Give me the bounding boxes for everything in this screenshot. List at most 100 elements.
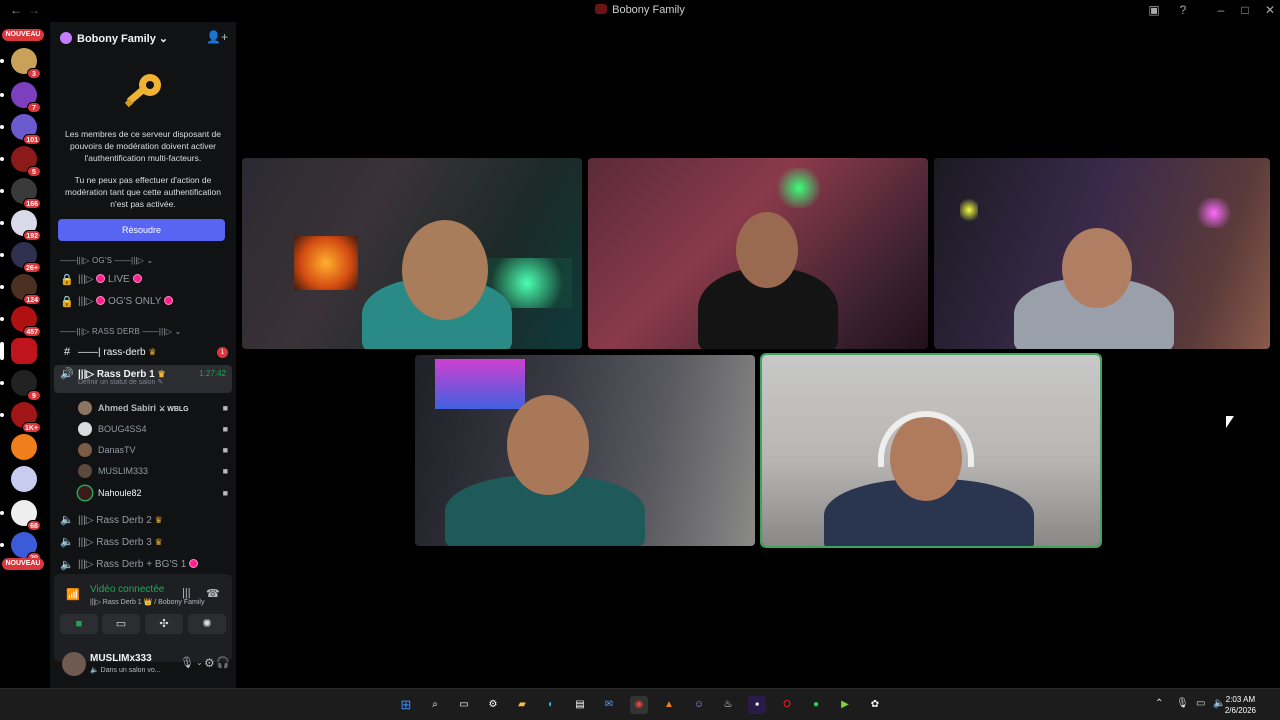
server-icon[interactable]: 5 (0, 146, 41, 177)
person-add-icon[interactable]: 👤+ (206, 30, 228, 44)
server-icon-bobony[interactable] (0, 338, 37, 364)
server-icon[interactable] (11, 466, 37, 492)
avatar (78, 486, 92, 500)
new-badge: NOUVEAU (2, 29, 44, 41)
mail-icon[interactable]: ✉ (600, 696, 618, 714)
lock-icon: 🔒 (60, 296, 74, 308)
maximize-icon[interactable]: □ (1237, 3, 1253, 17)
screen-share-button[interactable]: ▭ (102, 614, 140, 634)
speaker-icon: 🔈 (60, 559, 74, 571)
volume-icon[interactable]: 🔈 (1213, 698, 1225, 709)
avatar (78, 422, 92, 436)
resolve-button[interactable]: Résoudre (58, 219, 225, 241)
server-icon[interactable]: 9 (0, 370, 41, 401)
server-icon[interactable]: 457 (0, 306, 41, 337)
app-icon[interactable]: ▲ (660, 696, 678, 714)
server-icon[interactable]: 166 (0, 178, 41, 209)
video-tile[interactable] (415, 355, 755, 546)
channel-rass-derb-1[interactable]: 🔊 |||▷ Rass Derb 1 ♛ 1:27:42 Définir un … (54, 365, 232, 393)
app-icon[interactable]: ✿ (866, 696, 884, 714)
speaker-icon: 🔈 (60, 514, 74, 526)
voice-user[interactable]: Nahoule82 ■ (76, 483, 232, 503)
channel-rass-derb-bgs[interactable]: 🔈 |||▷ Rass Derb + BG'S 1 (54, 555, 232, 575)
video-tile[interactable] (934, 158, 1270, 349)
video-tile[interactable] (588, 158, 928, 349)
steam-icon[interactable]: ♨ (719, 696, 737, 714)
minimize-icon[interactable]: – (1213, 3, 1229, 17)
activities-button[interactable]: ✣ (145, 614, 183, 634)
server-icon[interactable]: 1K+ (0, 402, 41, 433)
server-icon[interactable]: 192 (0, 210, 41, 241)
voice-user[interactable]: BOUG4SS4 ■ (76, 419, 232, 439)
server-icon[interactable]: 124 (0, 274, 41, 305)
avatar (78, 464, 92, 478)
noise-suppression-icon[interactable]: ||| (182, 587, 191, 599)
headset (878, 411, 974, 467)
display-icon[interactable]: ▭ (1196, 698, 1205, 709)
file-explorer-icon[interactable]: ▰ (513, 696, 531, 714)
server-badge-icon (60, 32, 72, 44)
discord-icon[interactable]: ☺ (690, 696, 708, 714)
person-head (507, 395, 589, 495)
server-icon[interactable]: 68 (0, 500, 41, 531)
video-tile[interactable] (242, 158, 582, 349)
channel-live[interactable]: 🔒 |||▷ LIVE (54, 270, 232, 290)
channel-ogs-only[interactable]: 🔒 |||▷ OG'S ONLY (54, 292, 232, 312)
camera-icon: ■ (222, 403, 228, 413)
settings-gear-icon[interactable]: ⚙ (484, 696, 502, 714)
help-icon[interactable]: ? (1175, 3, 1191, 17)
microphone-icon[interactable]: 🎙 (1176, 698, 1189, 709)
category-ogs[interactable]: ——|||▷ OG'S ——|||▷ ⌄ (60, 256, 153, 265)
avatar[interactable] (62, 652, 86, 676)
task-view-icon[interactable]: ▭ (455, 696, 473, 714)
spotify-icon[interactable]: ● (807, 696, 825, 714)
person-head (1062, 228, 1132, 308)
settings-gear-icon[interactable]: ⚙ (204, 656, 215, 670)
windows-taskbar: ⊞ ⌕ ▭ ⚙ ▰ ◐ ▤ ✉ ◉ ▲ ☺ ♨ ■ O ● ▶ ✿ ⌃ 🎙 ▭ … (0, 688, 1280, 720)
server-icon[interactable]: 3 (0, 48, 41, 79)
username[interactable]: MUSLIMx333 (90, 653, 152, 664)
app-icon[interactable]: ▶ (836, 696, 854, 714)
inbox-icon[interactable]: ▣ (1146, 3, 1162, 17)
kick-icon[interactable]: ■ (748, 696, 766, 714)
voice-status[interactable]: Vidéo connectée (90, 584, 164, 595)
server-header[interactable]: Bobony Family ⌄ 👤+ (50, 22, 236, 54)
store-icon[interactable]: ▤ (571, 696, 589, 714)
crown-icon: ♛ (148, 347, 157, 357)
category-rass-derb[interactable]: ——|||▷ RASS DERB ——|||▷ ⌄ (60, 327, 181, 336)
edge-icon[interactable]: ◐ (542, 696, 560, 714)
voice-user[interactable]: DanasTV ■ (76, 440, 232, 460)
channel-status[interactable]: Définir un statut de salon ✎ (78, 377, 163, 389)
soundboard-button[interactable]: ✺ (188, 614, 226, 634)
channel-rass-derb-3[interactable]: 🔈 |||▷ Rass Derb 3 ♛ (54, 532, 232, 552)
close-icon[interactable]: ✕ (1262, 3, 1278, 17)
opera-icon[interactable]: O (778, 696, 796, 714)
video-tile-speaking[interactable] (760, 353, 1102, 548)
channel-rass-derb-2[interactable]: 🔈 |||▷ Rass Derb 2 ♛ (54, 510, 232, 530)
speaker-icon: 🔊 (60, 368, 74, 380)
avatar (78, 443, 92, 457)
chevron-up-icon[interactable]: ⌃ (1155, 698, 1163, 709)
windows-start-icon[interactable]: ⊞ (397, 696, 415, 714)
server-icon[interactable]: 7 (0, 82, 41, 113)
server-icon[interactable]: 101 (0, 114, 41, 145)
voice-user[interactable]: MUSLIM333 ■ (76, 461, 232, 481)
chrome-icon[interactable]: ◉ (630, 696, 648, 714)
voice-user[interactable]: Ahmed Sabiri ⚔ WBLG ■ (76, 398, 232, 418)
channel-rass-derb[interactable]: # ——| rass-derb ♛ 1 (54, 342, 232, 362)
fireplace (294, 236, 358, 290)
camera-button[interactable]: ■ (60, 614, 98, 634)
disconnect-icon[interactable]: ☎ (206, 587, 220, 600)
mouse-cursor (1226, 416, 1234, 428)
voice-timer: 1:27:42 (199, 369, 226, 378)
clock[interactable]: 2:03 AM 2/6/2026 (1225, 694, 1256, 716)
microphone-icon[interactable]: 🎙 (180, 656, 194, 669)
hash-icon: # (63, 346, 71, 358)
server-icon[interactable] (11, 434, 37, 460)
headset-icon[interactable]: 🎧 (216, 656, 230, 669)
server-icon[interactable]: 20 (0, 532, 41, 563)
server-icon[interactable]: 26+ (0, 242, 41, 273)
voice-channel-path[interactable]: |||▷ Rass Derb 1 👑 / Bobony Family (90, 598, 204, 606)
search-icon[interactable]: ⌕ (426, 696, 444, 714)
chevron-down-icon[interactable]: ⌄ (196, 658, 203, 667)
